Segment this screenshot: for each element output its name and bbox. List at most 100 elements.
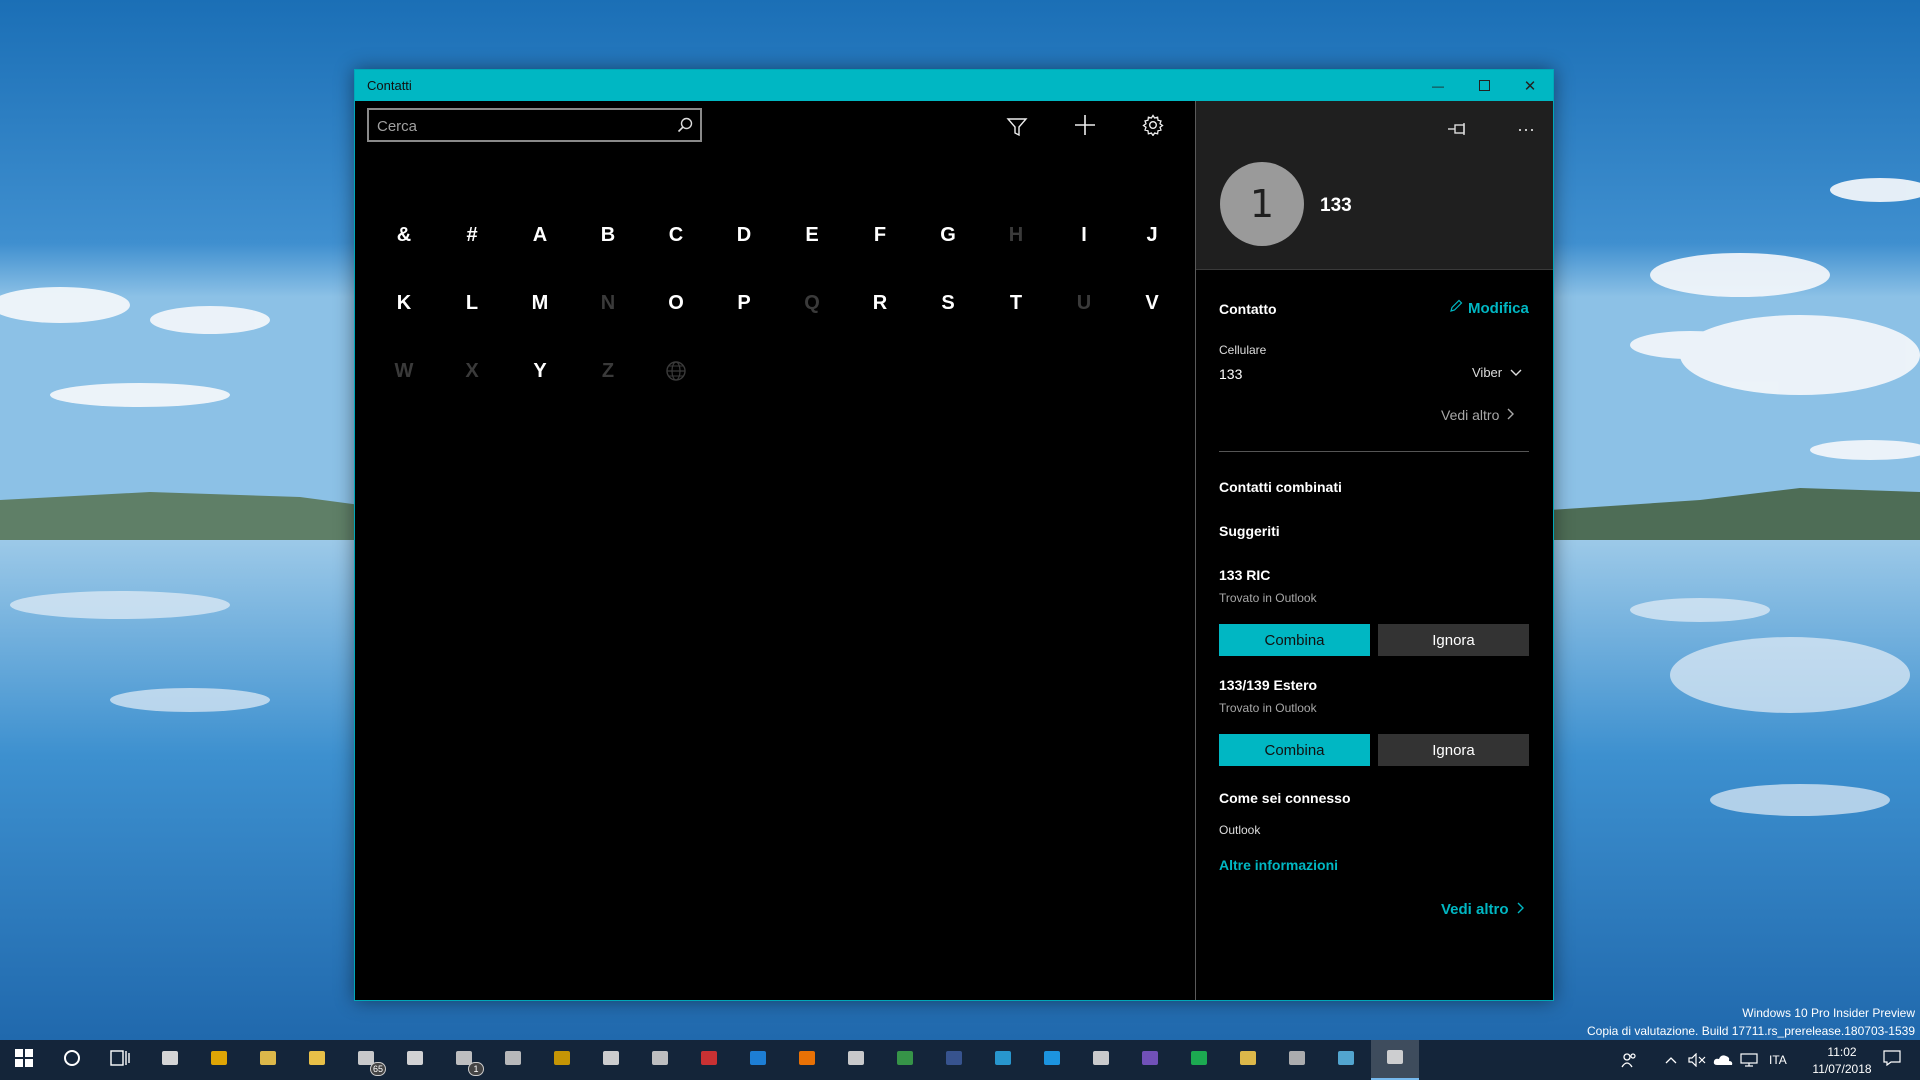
edit-link[interactable]: Modifica — [1449, 299, 1529, 317]
chevron-down-icon — [1510, 365, 1522, 380]
soundcloud-taskbar-button[interactable] — [783, 1040, 831, 1080]
combine-button[interactable]: Combina — [1219, 624, 1370, 656]
action-center-button[interactable] — [1872, 1040, 1912, 1080]
suggestion-source: Trovato in Outlook — [1219, 591, 1317, 605]
language-indicator[interactable]: ITA — [1769, 1053, 1787, 1067]
minimize-button[interactable]: — — [1415, 70, 1461, 101]
onedrive-icon[interactable] — [1710, 1040, 1736, 1080]
alphabet-letter[interactable]: V — [1118, 269, 1186, 337]
clock-date[interactable]: 11/07/2018 — [1806, 1062, 1878, 1076]
people-share-icon — [1042, 1048, 1062, 1073]
taskbar: 65 1 ITA 11:02 11/07/2018 — [0, 1040, 1920, 1080]
soundcloud-icon — [797, 1048, 817, 1073]
phone-taskbar-button[interactable] — [636, 1040, 684, 1080]
ignore-button[interactable]: Ignora — [1378, 624, 1529, 656]
alphabet-letter[interactable]: M — [506, 269, 574, 337]
mail-taskbar-button[interactable]: 65 — [342, 1040, 390, 1080]
app-taskbar-button[interactable] — [1224, 1040, 1272, 1080]
combine-button[interactable]: Combina — [1219, 734, 1370, 766]
alphabet-letter[interactable]: O — [642, 269, 710, 337]
clock-time[interactable]: 11:02 — [1816, 1045, 1868, 1059]
alphabet-letter[interactable]: K — [370, 269, 438, 337]
chrome-taskbar-button[interactable] — [195, 1040, 243, 1080]
telegram-taskbar-button[interactable] — [930, 1040, 978, 1080]
task-view-button[interactable] — [96, 1040, 144, 1080]
app-taskbar-button[interactable] — [734, 1040, 782, 1080]
alphabet-letter[interactable]: B — [574, 201, 642, 269]
people-tray-icon[interactable] — [1614, 1040, 1644, 1080]
alphabet-letter[interactable]: T — [982, 269, 1050, 337]
contacts-window: Contatti — ✕ Cerca & # A B C D E F G H I… — [354, 69, 1554, 1001]
more-info-link[interactable]: Altre informazioni — [1219, 857, 1338, 873]
alphabet-letter[interactable]: E — [778, 201, 846, 269]
remote-desktop-taskbar-button[interactable] — [587, 1040, 635, 1080]
alphabet-letter[interactable]: # — [438, 201, 506, 269]
linked-contacts-title: Contatti combinati — [1219, 479, 1342, 495]
network-icon[interactable] — [1736, 1040, 1762, 1080]
alphabet-letter[interactable]: A — [506, 201, 574, 269]
alphabet-letter[interactable]: P — [710, 269, 778, 337]
alphabet-letter[interactable]: Y — [506, 337, 574, 405]
alphabet-letter[interactable]: G — [914, 201, 982, 269]
settings-taskbar-button[interactable] — [391, 1040, 439, 1080]
people-taskbar-button[interactable] — [1371, 1040, 1419, 1080]
see-more-label: Vedi altro — [1441, 407, 1500, 423]
app-taskbar-button[interactable] — [832, 1040, 880, 1080]
alphabet-letter[interactable]: C — [642, 201, 710, 269]
chevron-up-icon[interactable] — [1660, 1040, 1682, 1080]
close-icon: ✕ — [1523, 77, 1537, 95]
more-options-icon[interactable]: ··· — [1512, 115, 1540, 143]
window-title: Contatti — [367, 78, 412, 93]
minimize-icon: — — [1432, 78, 1444, 93]
alphabet-letter[interactable]: J — [1118, 201, 1186, 269]
cortana-button[interactable] — [48, 1040, 96, 1080]
store-taskbar-button[interactable] — [293, 1040, 341, 1080]
contact-see-more-link[interactable]: Vedi altro — [1441, 407, 1515, 423]
people-share-taskbar-button[interactable] — [1028, 1040, 1076, 1080]
alphabet-letter: X — [465, 359, 479, 382]
tablet-taskbar-button[interactable] — [1322, 1040, 1370, 1080]
app-taskbar-button[interactable] — [1077, 1040, 1125, 1080]
search-icon[interactable] — [676, 116, 694, 139]
start-icon — [15, 1048, 33, 1072]
app-icon — [1091, 1048, 1111, 1073]
close-button[interactable]: ✕ — [1507, 70, 1553, 101]
app-taskbar-button[interactable] — [1273, 1040, 1321, 1080]
pencil-icon — [1449, 299, 1463, 317]
download-taskbar-button[interactable] — [538, 1040, 586, 1080]
maximize-button[interactable] — [1461, 70, 1507, 101]
alphabet-letter[interactable]: F — [846, 201, 914, 269]
alphabet-letter[interactable]: R — [846, 269, 914, 337]
paint-taskbar-button[interactable] — [489, 1040, 537, 1080]
app-taskbar-button[interactable] — [685, 1040, 733, 1080]
file-explorer-taskbar-button[interactable] — [244, 1040, 292, 1080]
alphabet-letter[interactable]: D — [710, 201, 778, 269]
start-button[interactable] — [0, 1040, 48, 1080]
search-box[interactable] — [367, 108, 702, 142]
settings-button[interactable] — [1139, 113, 1167, 141]
phone-app-dropdown[interactable]: Viber — [1472, 365, 1522, 380]
pin-icon[interactable] — [1444, 115, 1472, 143]
alphabet-letter[interactable]: & — [370, 201, 438, 269]
linked-see-more-link[interactable]: Vedi altro — [1441, 901, 1525, 918]
alphabet-letter[interactable]: S — [914, 269, 982, 337]
twitter-taskbar-button[interactable] — [979, 1040, 1027, 1080]
phone-value[interactable]: 133 — [1219, 366, 1242, 382]
title-bar[interactable]: Contatti — ✕ — [355, 70, 1553, 101]
app-icon — [846, 1048, 866, 1073]
facebook-taskbar-button[interactable] — [881, 1040, 929, 1080]
alphabet-letter[interactable]: I — [1050, 201, 1118, 269]
volume-muted-icon[interactable] — [1684, 1040, 1710, 1080]
alphabet-letter[interactable]: L — [438, 269, 506, 337]
folder-taskbar-button[interactable] — [1175, 1040, 1223, 1080]
search-input[interactable] — [377, 116, 667, 136]
news-taskbar-button[interactable]: 1 — [440, 1040, 488, 1080]
app-taskbar-button[interactable] — [146, 1040, 194, 1080]
connected-title: Come sei connesso — [1219, 790, 1351, 806]
spotify-icon — [1140, 1048, 1160, 1073]
spotify-taskbar-button[interactable] — [1126, 1040, 1174, 1080]
task-view-icon — [110, 1049, 130, 1071]
ignore-button[interactable]: Ignora — [1378, 734, 1529, 766]
add-contact-button[interactable] — [1071, 113, 1099, 141]
filter-icon[interactable] — [1003, 113, 1031, 141]
